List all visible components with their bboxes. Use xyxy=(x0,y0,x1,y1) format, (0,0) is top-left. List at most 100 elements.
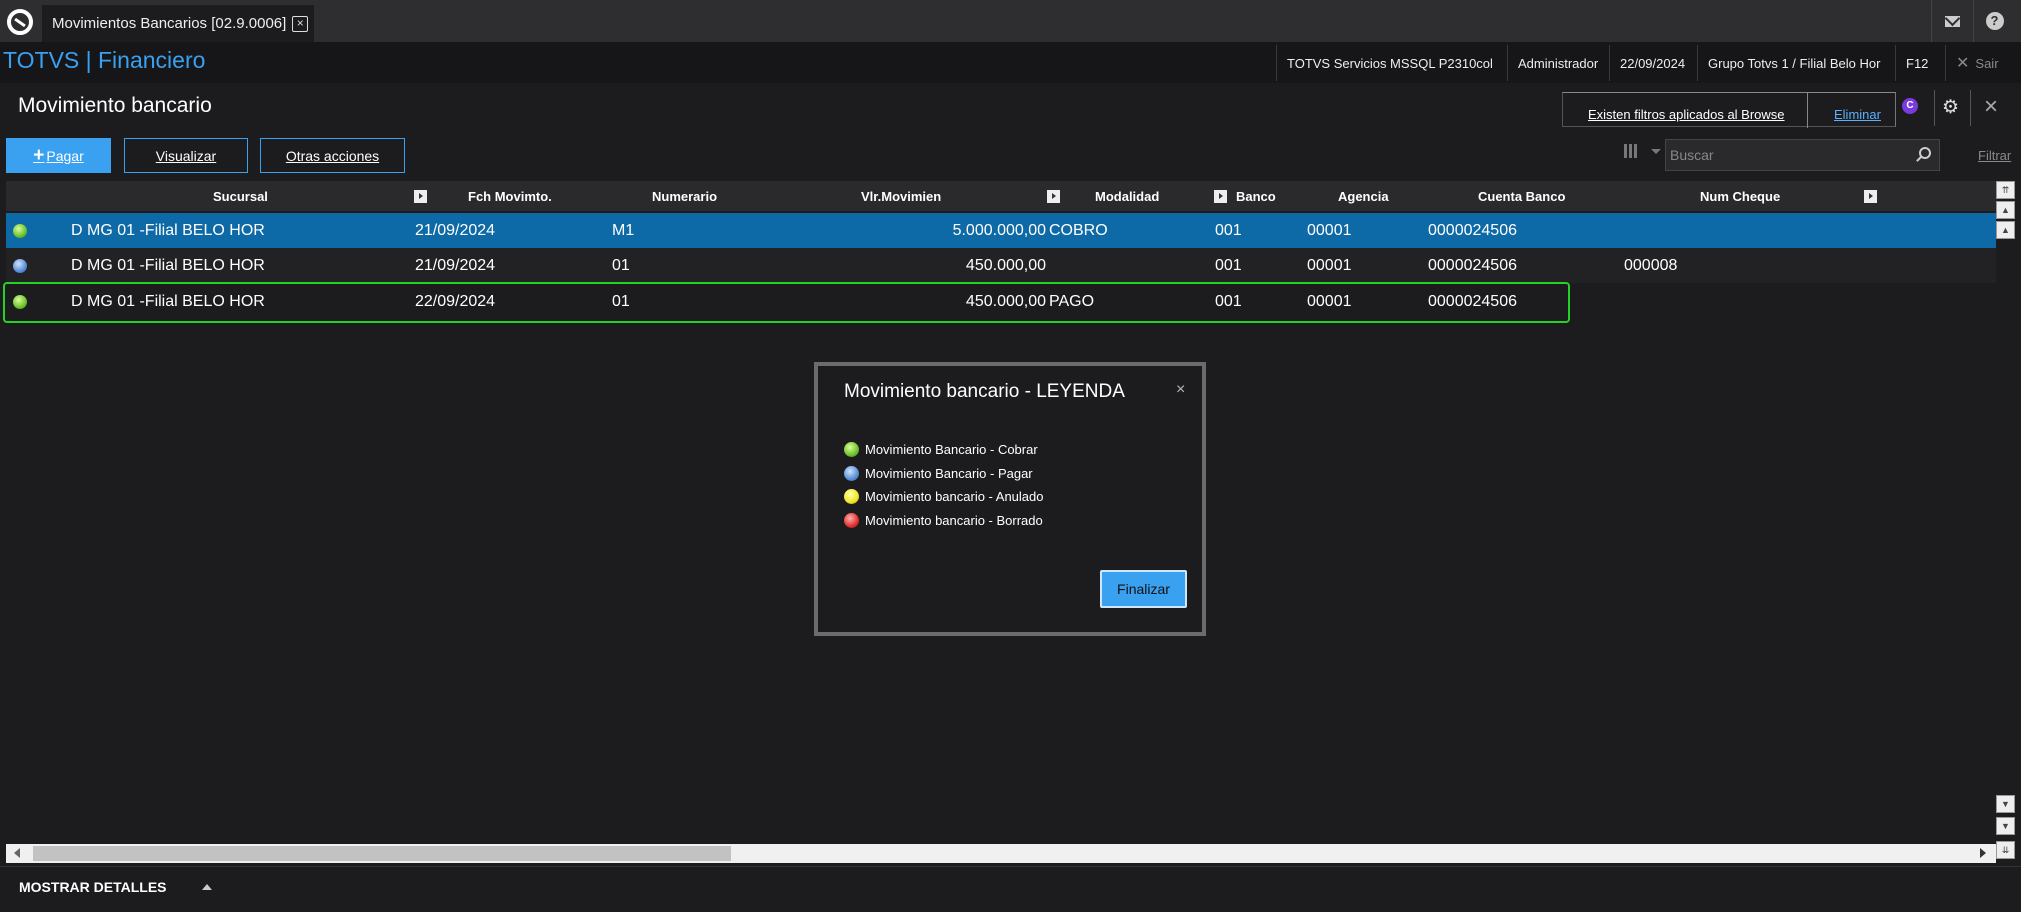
status-yellow-icon xyxy=(844,489,859,504)
environment-info[interactable]: TOTVS Servicios MSSQL P2310col xyxy=(1276,45,1503,81)
column-header-fecha[interactable]: Fch Movimto. xyxy=(468,189,552,204)
plus-icon: + xyxy=(33,144,45,166)
mail-button[interactable] xyxy=(1931,0,1973,42)
tab-close-icon[interactable]: × xyxy=(292,15,309,32)
cell-cheque: 000008 xyxy=(1624,257,1678,274)
search-input[interactable] xyxy=(1670,146,1900,164)
status-green-icon xyxy=(844,442,859,457)
shortcut-info[interactable]: F12 xyxy=(1895,45,1938,81)
legend-item: Movimiento bancario - Borrado xyxy=(844,513,1043,528)
close-icon: ✕ xyxy=(1956,55,1970,72)
column-header-modalidad[interactable]: Modalidad xyxy=(1095,189,1159,204)
row-highlight-box xyxy=(3,282,1570,323)
status-blue-icon xyxy=(844,466,859,481)
column-expand-icon[interactable] xyxy=(1047,190,1060,203)
branch-info[interactable]: Grupo Totvs 1 / Filial Belo Hor xyxy=(1697,45,1890,81)
cell-modalidad: COBRO xyxy=(1049,222,1108,239)
column-expand-icon[interactable] xyxy=(1214,190,1227,203)
vertical-scrollbar[interactable]: ⇈ ▲ ▲ ▼ ▼ ⇊ xyxy=(1996,181,2017,864)
columns-icon[interactable] xyxy=(1624,144,1637,158)
column-header-banco[interactable]: Banco xyxy=(1236,189,1276,204)
legend-label: Movimiento bancario - Anulado xyxy=(865,489,1044,504)
column-header-numerario[interactable]: Numerario xyxy=(652,189,717,204)
user-info[interactable]: Administrador xyxy=(1507,45,1608,81)
scroll-top-icon[interactable]: ⇈ xyxy=(1996,181,2015,199)
page-title: Movimiento bancario xyxy=(18,94,212,117)
brand-title: TOTVS | Financiero xyxy=(3,47,206,73)
horizontal-scrollbar[interactable] xyxy=(6,844,1996,863)
cell-numerario: 01 xyxy=(612,257,630,274)
cell-valor: 5.000.000,00 xyxy=(952,222,1046,239)
tab-title: Movimientos Bancarios [02.9.0006] xyxy=(52,15,287,32)
finish-button[interactable]: Finalizar xyxy=(1100,570,1187,608)
pay-button[interactable]: + Pagar xyxy=(6,138,111,173)
cell-banco: 001 xyxy=(1215,257,1242,274)
tab-movimientos-bancarios[interactable]: Movimientos Bancarios [02.9.0006] × xyxy=(42,5,314,42)
cell-fecha: 21/09/2024 xyxy=(415,222,496,239)
cell-agencia: 00001 xyxy=(1307,222,1352,239)
cell-banco: 001 xyxy=(1215,222,1242,239)
more-actions-button[interactable]: Otras acciones xyxy=(260,138,405,173)
cell-fecha: 21/09/2024 xyxy=(415,257,496,274)
scroll-thumb[interactable] xyxy=(33,846,731,861)
legend-label: Movimiento Bancario - Cobrar xyxy=(865,442,1038,457)
column-header-cheque[interactable]: Num Cheque xyxy=(1700,189,1780,204)
cell-sucursal: D MG 01 -Filial BELO HOR xyxy=(71,257,265,274)
status-blue-icon xyxy=(13,259,27,273)
column-expand-icon[interactable] xyxy=(414,190,427,203)
filter-link[interactable]: Filtrar xyxy=(1978,148,2011,163)
remove-filter-link[interactable]: Eliminar xyxy=(1834,107,1881,122)
exit-label: Sair xyxy=(1975,55,1999,71)
mail-icon xyxy=(1945,15,1960,27)
search-icon[interactable] xyxy=(1919,147,1931,159)
c-badge-icon[interactable]: C xyxy=(1902,98,1918,114)
tab-bar: Movimientos Bancarios [02.9.0006] × ? xyxy=(0,0,2021,42)
column-expand-icon[interactable] xyxy=(1864,190,1877,203)
date-info[interactable]: 22/09/2024 xyxy=(1609,45,1695,81)
divider xyxy=(1934,90,1935,126)
scroll-right-icon[interactable] xyxy=(1980,848,1986,858)
column-header-agencia[interactable]: Agencia xyxy=(1338,189,1389,204)
legend-label: Movimiento bancario - Borrado xyxy=(865,513,1043,528)
scroll-page-down-icon[interactable]: ▼ xyxy=(1996,817,2015,835)
column-header-valor[interactable]: Vlr.Movimien xyxy=(861,189,941,204)
divider xyxy=(1970,90,1971,126)
table-row[interactable]: D MG 01 -Filial BELO HOR 21/09/2024 M1 5… xyxy=(6,213,1996,248)
chevron-up-icon[interactable] xyxy=(202,884,212,890)
cell-valor: 450.000,00 xyxy=(965,257,1046,274)
app-header: TOTVS | Financiero TOTVS Servicios MSSQL… xyxy=(0,42,2021,83)
scroll-bottom-icon[interactable]: ⇊ xyxy=(1996,841,2015,859)
cell-agencia: 00001 xyxy=(1307,257,1352,274)
status-green-icon xyxy=(13,224,27,238)
totvs-logo-icon xyxy=(7,9,33,35)
help-icon: ? xyxy=(1985,12,2004,30)
scroll-left-icon[interactable] xyxy=(14,848,20,858)
close-window-icon[interactable]: × xyxy=(1984,93,1998,121)
exit-button[interactable]: ✕ Sair xyxy=(1945,45,2009,81)
column-header-cuenta[interactable]: Cuenta Banco xyxy=(1478,189,1565,204)
legend-dialog: Movimiento bancario - LEYENDA × Movimien… xyxy=(814,362,1206,636)
scroll-page-up-icon[interactable]: ▲ xyxy=(1996,201,2015,219)
grid-header: Sucursal Fch Movimto. Numerario Vlr.Movi… xyxy=(6,181,1996,211)
legend-item: Movimiento Bancario - Pagar xyxy=(844,466,1033,481)
view-button[interactable]: Visualizar xyxy=(124,138,248,173)
column-header-sucursal[interactable]: Sucursal xyxy=(213,189,268,204)
details-footer[interactable]: MOSTRAR DETALLES xyxy=(0,866,2021,912)
cell-sucursal: D MG 01 -Filial BELO HOR xyxy=(71,222,265,239)
filter-notice-link[interactable]: Existen filtros aplicados al Browse xyxy=(1588,107,1785,122)
chevron-down-icon[interactable] xyxy=(1651,149,1661,154)
dialog-close-icon[interactable]: × xyxy=(1176,381,1185,399)
filter-notice: Existen filtros aplicados al Browse Elim… xyxy=(1562,92,1896,128)
legend-item: Movimiento Bancario - Cobrar xyxy=(844,442,1038,457)
scroll-down-icon[interactable]: ▼ xyxy=(1996,795,2015,813)
cell-numerario: M1 xyxy=(612,222,635,239)
cell-cuenta: 0000024506 xyxy=(1428,257,1517,274)
pay-label: Pagar xyxy=(46,147,84,164)
table-row[interactable]: D MG 01 -Filial BELO HOR 21/09/2024 01 4… xyxy=(6,248,1996,283)
help-button[interactable]: ? xyxy=(1973,0,2015,42)
scroll-up-icon[interactable]: ▲ xyxy=(1996,221,2015,239)
legend-label: Movimiento Bancario - Pagar xyxy=(865,466,1033,481)
show-details-label[interactable]: MOSTRAR DETALLES xyxy=(19,879,167,895)
gear-icon[interactable]: ⚙ xyxy=(1942,96,1959,119)
status-red-icon xyxy=(844,513,859,528)
